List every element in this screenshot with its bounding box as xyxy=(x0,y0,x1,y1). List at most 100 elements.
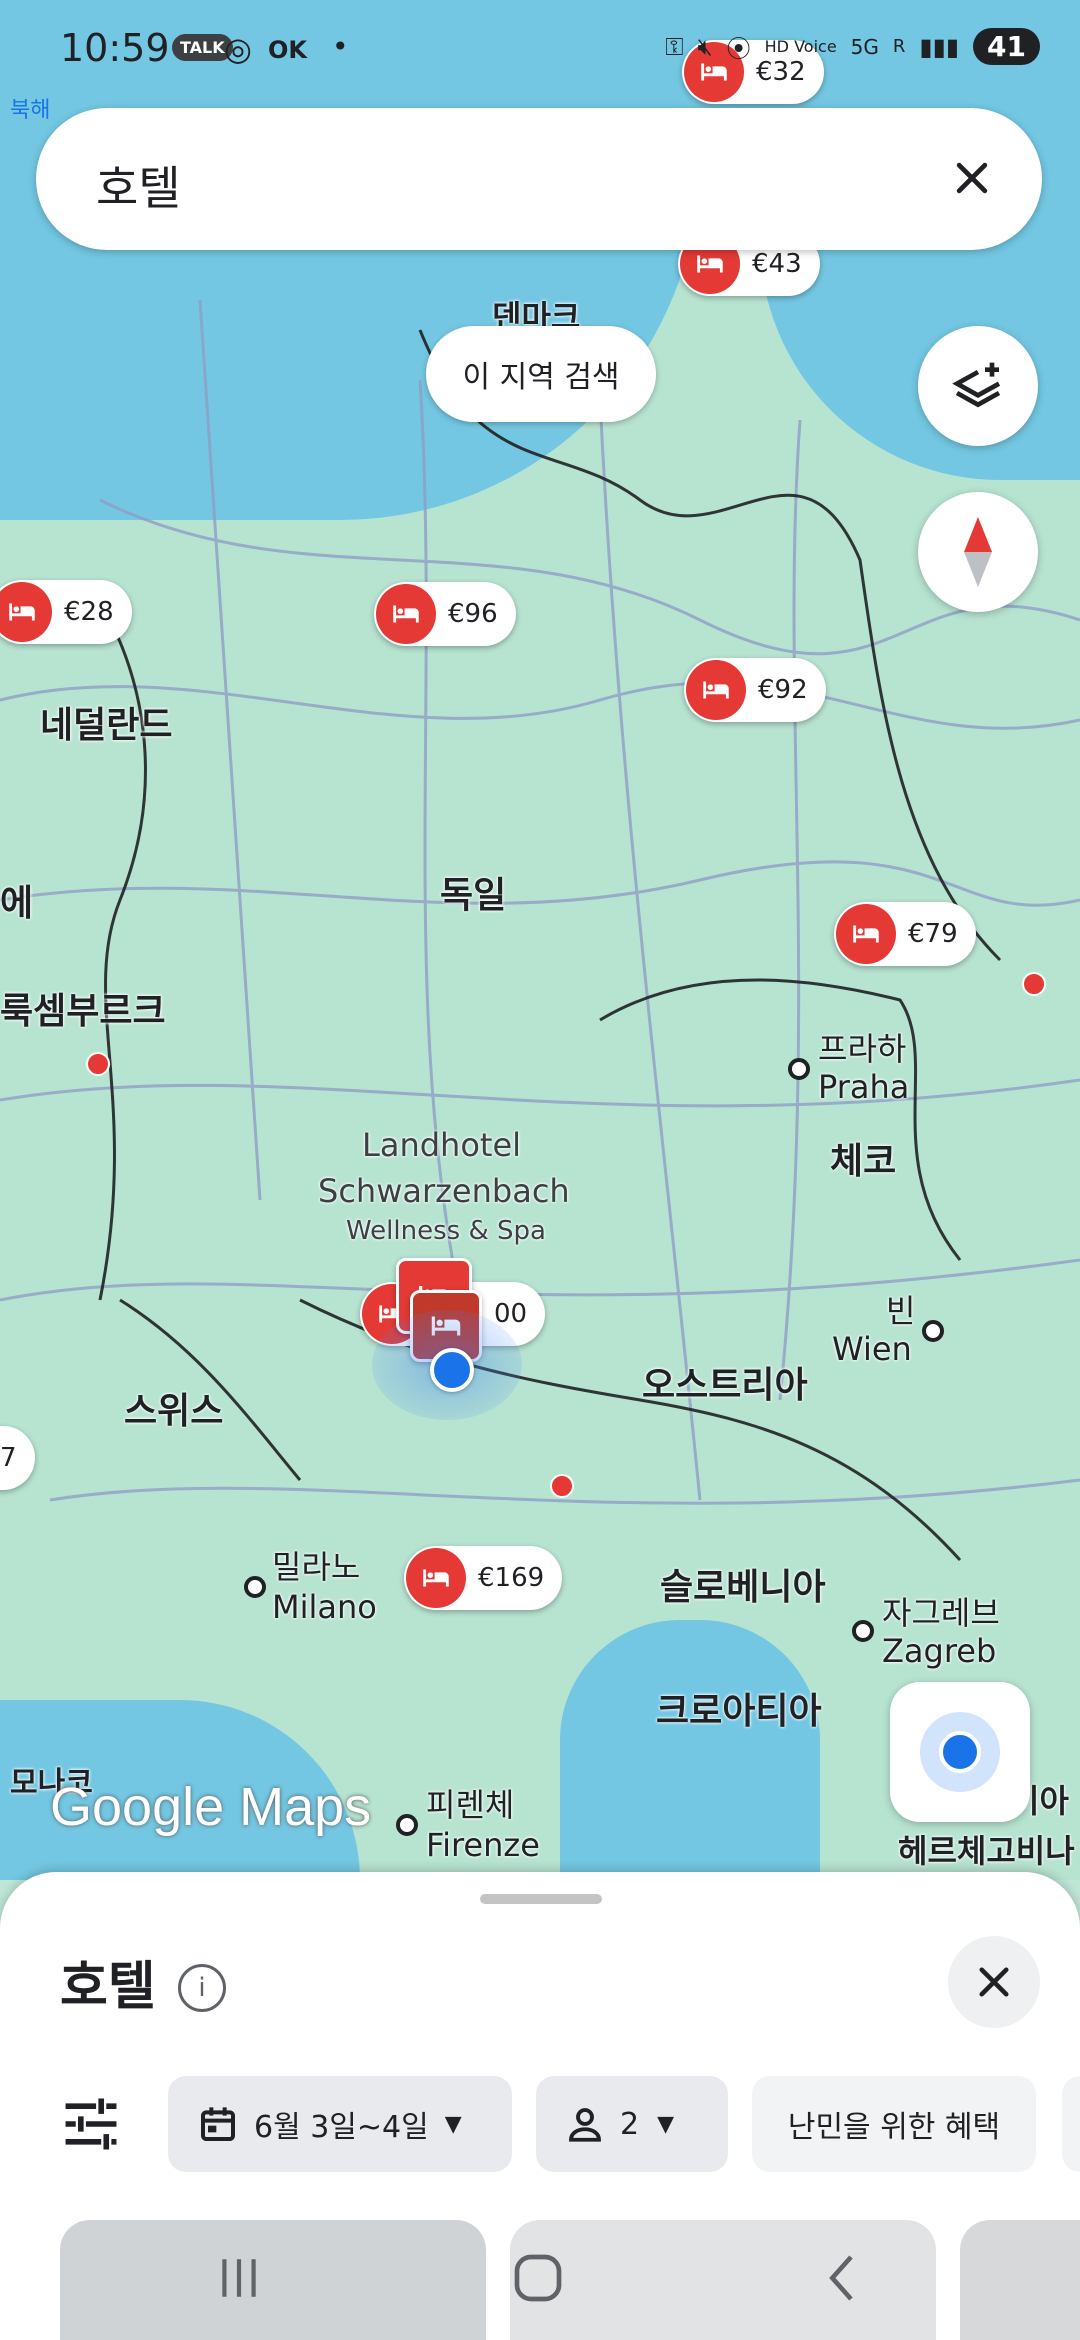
map-red-marker[interactable] xyxy=(550,1474,574,1498)
refugee-benefits-chip[interactable]: 난민을 위한 혜택 xyxy=(752,2076,1036,2172)
pin-price: €28 xyxy=(64,597,114,627)
location-icon: ⦿ xyxy=(726,35,751,63)
label-florence-ko: 피렌체 xyxy=(426,1786,515,1824)
google-maps-watermark: Google Maps xyxy=(50,1777,372,1837)
label-switzerland: 스위스 xyxy=(124,1391,224,1432)
hotel-price-pin[interactable]: €96 xyxy=(374,582,516,646)
label-zagreb: Zagreb xyxy=(882,1632,997,1670)
label-czech: 체코 xyxy=(830,1141,897,1182)
signal-icon: ▮▮▮ xyxy=(919,32,960,61)
city-dot-vienna xyxy=(922,1320,944,1342)
label-bosnia: 헤르체고비나 xyxy=(898,1832,1075,1870)
map-red-marker[interactable] xyxy=(1022,972,1046,996)
hotel-price-pin[interactable]: €169 xyxy=(404,1546,563,1610)
battery-icon: 41 xyxy=(973,28,1040,65)
clear-search-button[interactable] xyxy=(942,148,1002,208)
layers-button[interactable] xyxy=(918,326,1038,446)
search-query[interactable]: 호텔 xyxy=(96,152,181,218)
sheet-drag-handle[interactable] xyxy=(480,1894,602,1904)
my-location-icon xyxy=(920,1712,1000,1792)
pin-price: 7 xyxy=(0,1443,17,1473)
my-location-dot xyxy=(430,1348,474,1392)
chevron-down-icon: ▼ xyxy=(444,2111,462,2137)
label-belgium-partial: 에 xyxy=(0,883,34,924)
close-icon xyxy=(956,162,988,194)
globe-icon: ◎ xyxy=(224,30,252,68)
compass-icon xyxy=(964,517,992,587)
tune-icon[interactable] xyxy=(60,2096,122,2152)
city-dot-milan xyxy=(244,1576,266,1598)
label-luxembourg: 룩셈부르크 xyxy=(0,991,166,1032)
label-croatia: 크로아티아 xyxy=(656,1691,822,1732)
bed-icon xyxy=(376,584,436,644)
close-icon xyxy=(979,1967,1009,1997)
network-5g-icon: 5G xyxy=(850,34,879,59)
label-zagreb-ko: 자그레브 xyxy=(882,1594,1000,1632)
hotel-label-line1[interactable]: Landhotel xyxy=(362,1126,521,1164)
hotel-label-line2[interactable]: Schwarzenbach xyxy=(318,1172,570,1210)
my-location-button[interactable] xyxy=(890,1682,1030,1822)
more-filter-chip[interactable] xyxy=(1062,2076,1080,2172)
city-dot-florence xyxy=(396,1814,418,1836)
search-this-area-button[interactable]: 이 지역 검색 xyxy=(426,326,656,422)
compass-button[interactable] xyxy=(918,492,1038,612)
info-icon[interactable]: i xyxy=(178,1964,226,2012)
guests-label: 2 xyxy=(620,2106,640,2142)
roaming-icon: R xyxy=(892,36,906,57)
label-germany: 독일 xyxy=(440,875,507,916)
status-time: 10:59 xyxy=(60,26,170,70)
pin-price: €79 xyxy=(908,919,958,949)
label-milan-ko: 밀라노 xyxy=(272,1548,361,1586)
ok-notification-icon: OK xyxy=(268,36,307,64)
status-bar: 10:59 TALK ◎ OK • ⚿ 🔇︎ ⦿ HD Voice 5G R ▮… xyxy=(0,0,1080,96)
label-austria: 오스트리아 xyxy=(642,1365,808,1406)
guests-chip[interactable]: 2 ▼ xyxy=(536,2076,728,2172)
dates-label: 6월 3일~4일 xyxy=(254,2110,429,2145)
map-view[interactable]: 북해 덴마크 네덜란드 독일 에 룩셈부르크 프라하 Praha 체코 Land… xyxy=(0,0,1080,1880)
label-florence: Firenze xyxy=(426,1826,540,1864)
label-slovenia: 슬로베니아 xyxy=(660,1567,826,1608)
bed-icon xyxy=(406,1548,466,1608)
status-icons: ⚿ 🔇︎ ⦿ HD Voice 5G R ▮▮▮ 41 xyxy=(665,28,1040,65)
search-bar[interactable]: 호텔 xyxy=(36,108,1042,250)
label-vienna: Wien xyxy=(832,1330,912,1368)
sheet-title: 호텔 xyxy=(60,1957,156,2017)
city-dot-prague xyxy=(788,1058,810,1080)
refugee-benefits-label: 난민을 위한 혜택 xyxy=(787,2110,1001,2145)
map-red-marker[interactable] xyxy=(86,1052,110,1076)
pin-price: €92 xyxy=(758,675,808,705)
hotel-label-line3[interactable]: Wellness & Spa xyxy=(346,1216,546,1246)
search-this-area-label: 이 지역 검색 xyxy=(462,360,620,395)
chevron-down-icon: ▼ xyxy=(657,2111,675,2137)
hotel-price-pin[interactable]: €92 xyxy=(684,658,826,722)
city-dot-zagreb xyxy=(852,1620,874,1642)
close-sheet-button[interactable] xyxy=(948,1936,1040,2028)
layers-icon xyxy=(952,362,1001,408)
pin-price: €43 xyxy=(752,249,802,279)
label-milan: Milano xyxy=(272,1588,377,1626)
recent-apps-icon[interactable] xyxy=(214,2250,264,2306)
filter-row: 6월 3일~4일 ▼ 2 ▼ 난민을 위한 혜택 xyxy=(0,2076,1080,2172)
pin-price: €169 xyxy=(478,1563,545,1593)
label-netherlands: 네덜란드 xyxy=(40,705,173,746)
hotel-price-pin[interactable]: €79 xyxy=(834,902,976,966)
more-notifications-dot: • xyxy=(332,30,349,63)
back-icon[interactable] xyxy=(816,2250,872,2306)
pin-price: €96 xyxy=(448,599,498,629)
hotel-price-pin[interactable]: €28 xyxy=(0,580,132,644)
label-vienna-ko: 빈 xyxy=(886,1292,916,1330)
key-icon: ⚿ xyxy=(665,32,684,61)
label-prague-ko: 프라하 xyxy=(818,1030,907,1068)
bed-icon xyxy=(0,582,52,642)
label-prague: Praha xyxy=(818,1068,910,1106)
hd-voice-icon: HD Voice xyxy=(764,36,837,56)
person-icon xyxy=(569,2108,601,2142)
north-sea-label: 북해 xyxy=(10,98,51,123)
bed-icon xyxy=(836,904,896,964)
home-icon[interactable] xyxy=(510,2250,566,2306)
bed-icon xyxy=(686,660,746,720)
mute-icon: 🔇︎ xyxy=(697,32,713,61)
system-navigation-bar xyxy=(0,2220,1080,2340)
dates-chip[interactable]: 6월 3일~4일 ▼ xyxy=(168,2076,512,2172)
calendar-icon xyxy=(201,2107,235,2141)
